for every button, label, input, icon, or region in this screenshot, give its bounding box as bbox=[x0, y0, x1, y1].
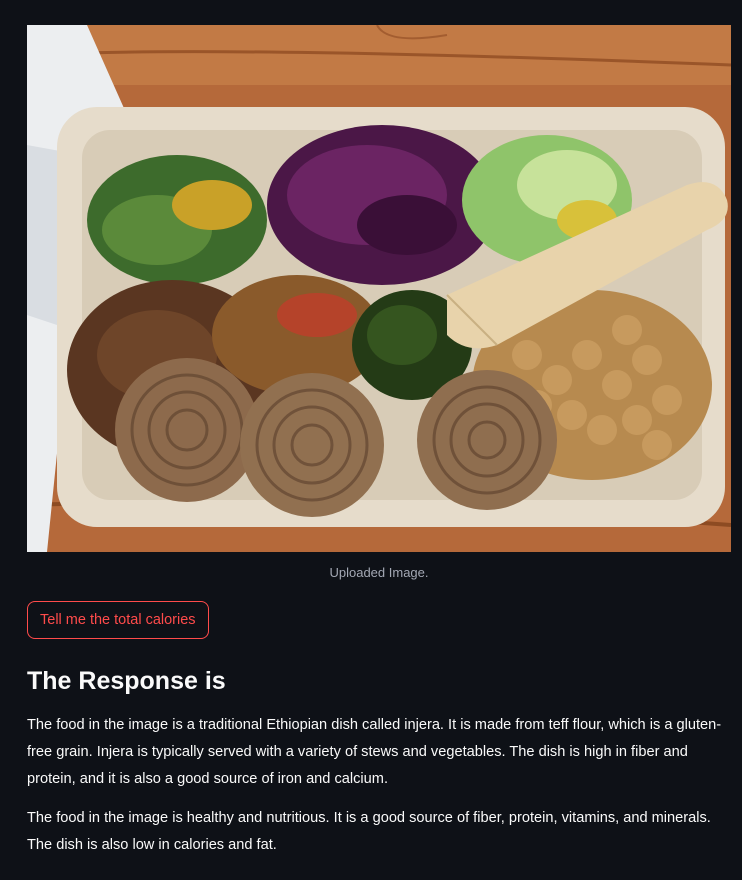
response-paragraph: The food in the image is a traditional E… bbox=[27, 717, 722, 787]
response-heading: The Response is bbox=[27, 667, 226, 695]
uploaded-image bbox=[27, 25, 731, 552]
food-photo bbox=[27, 25, 731, 552]
image-caption: Uploaded Image. bbox=[329, 565, 429, 580]
total-calories-button[interactable]: Tell me the total calories bbox=[27, 601, 209, 639]
response-paragraph: The food in the image is healthy and nut… bbox=[27, 810, 711, 853]
injera-rolls bbox=[115, 358, 557, 517]
